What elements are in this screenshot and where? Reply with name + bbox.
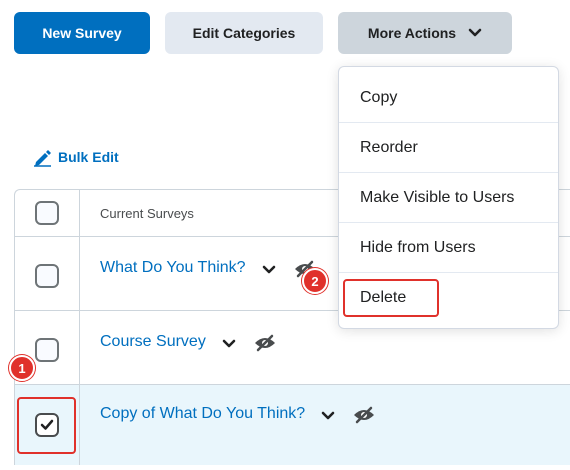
select-all-checkbox[interactable] [35,201,59,225]
new-survey-label: New Survey [42,25,122,41]
new-survey-button[interactable]: New Survey [14,12,150,54]
chevron-down-icon [468,28,482,38]
chevron-down-icon[interactable] [262,265,276,275]
more-actions-label: More Actions [367,25,457,41]
checkbox-highlight-box [17,397,76,454]
survey-title-link[interactable]: Copy of What Do You Think? [100,405,305,423]
survey-title-link[interactable]: Course Survey [100,333,206,351]
menu-item-reorder[interactable]: Reorder [339,123,558,173]
edit-categories-label: Edit Categories [192,25,296,41]
bulk-edit-link[interactable]: Bulk Edit [33,146,119,168]
row-checkbox[interactable] [35,338,59,362]
current-surveys-header: Current Surveys [100,205,194,221]
survey-title-link[interactable]: What Do You Think? [100,259,246,277]
menu-item-copy[interactable]: Copy [339,73,558,123]
bulk-edit-label: Bulk Edit [58,149,119,165]
chevron-down-icon[interactable] [222,339,236,349]
chevron-down-icon[interactable] [321,411,335,421]
hidden-eye-icon [353,406,375,424]
step-2-callout: 2 [302,268,328,294]
hidden-eye-icon [254,334,276,352]
more-actions-button[interactable]: More Actions [338,12,512,54]
delete-highlight-box [343,279,439,317]
menu-item-make-visible[interactable]: Make Visible to Users [339,173,558,223]
step-1-callout: 1 [9,355,35,381]
pencil-icon [33,148,52,167]
row-checkbox[interactable] [35,264,59,288]
menu-item-hide-from-users[interactable]: Hide from Users [339,223,558,273]
table-row-selected: Copy of What Do You Think? [15,385,570,465]
edit-categories-button[interactable]: Edit Categories [165,12,323,54]
